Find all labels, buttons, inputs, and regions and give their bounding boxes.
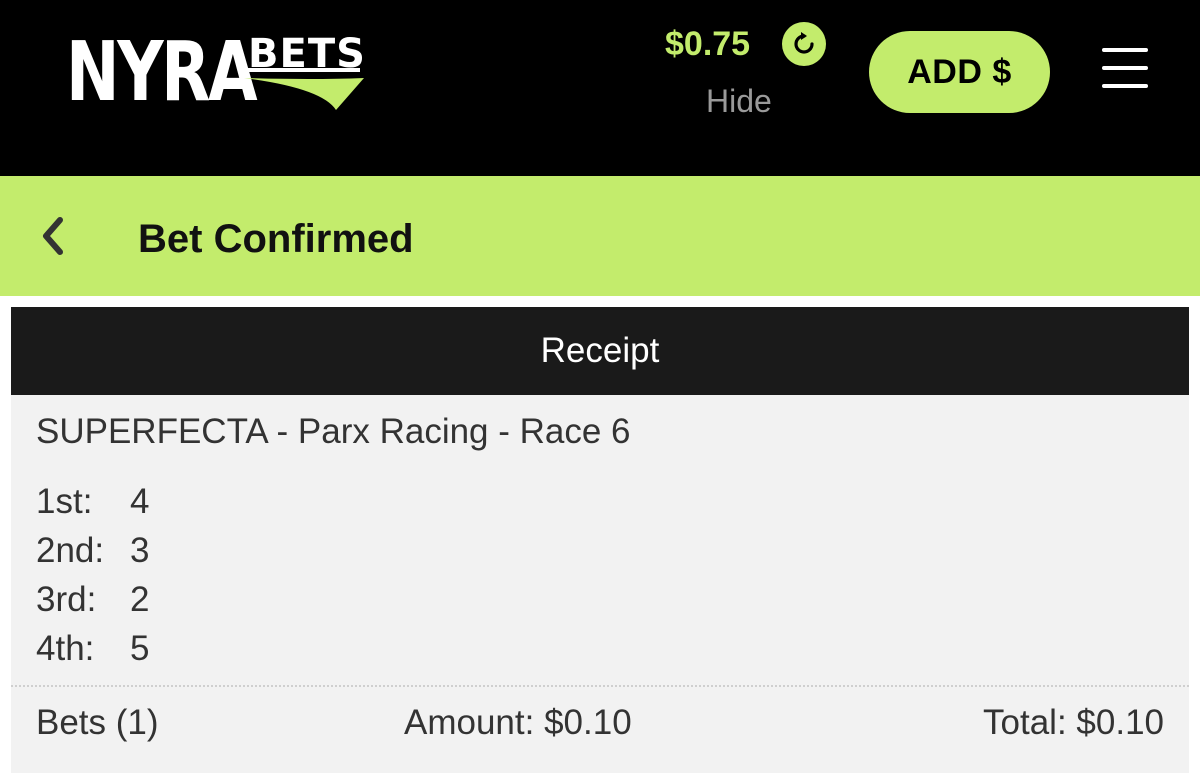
position-label: 3rd: [36,580,97,619]
position-label: 1st: [36,482,93,521]
bet-total: Total: $0.10 [983,703,1164,742]
add-funds-button[interactable]: ADD $ [869,31,1050,113]
position-label: 2nd: [36,531,105,570]
chevron-left-icon [43,217,63,255]
bet-amount: Amount: $0.10 [404,703,632,742]
account-balance: $0.75 [665,25,751,63]
position-row: 4th: 5 [36,628,149,677]
position-row: 1st: 4 [36,481,149,530]
position-value: 3 [130,531,150,570]
hide-balance-link[interactable]: Hide [706,82,772,120]
nyra-bets-logo[interactable]: NYRA BETS [66,25,376,120]
refresh-balance-button[interactable] [782,22,826,66]
menu-bar-bottom [1102,84,1148,88]
refresh-icon [794,32,814,54]
hamburger-menu-button[interactable] [1102,48,1150,90]
logo-swoosh-icon [244,68,364,110]
position-value: 2 [130,580,150,619]
back-button[interactable] [30,214,74,258]
page-title-bar: Bet Confirmed [0,176,1200,296]
receipt-heading: Receipt [11,307,1189,395]
page-title: Bet Confirmed [138,217,414,261]
position-label: 4th: [36,629,95,668]
logo-wordmark-nyra: NYRA [66,25,258,120]
receipt-summary: Bets (1) Amount: $0.10 Total: $0.10 [36,701,1164,745]
bets-count: Bets (1) [36,703,159,742]
top-header: NYRA BETS $0.75 Hide ADD $ [0,0,1200,176]
hamburger-menu-icon [1102,48,1148,52]
receipt-card: Receipt SUPERFECTA - Parx Racing - Race … [11,307,1189,773]
finish-positions: 1st: 4 2nd: 3 3rd: 2 4th: 5 [36,481,149,677]
receipt-divider [11,685,1189,687]
position-value: 4 [130,482,150,521]
position-value: 5 [130,629,150,668]
position-row: 3rd: 2 [36,579,149,628]
bet-description: SUPERFECTA - Parx Racing - Race 6 [36,412,631,451]
position-row: 2nd: 3 [36,530,149,579]
menu-bar-middle [1102,66,1148,70]
